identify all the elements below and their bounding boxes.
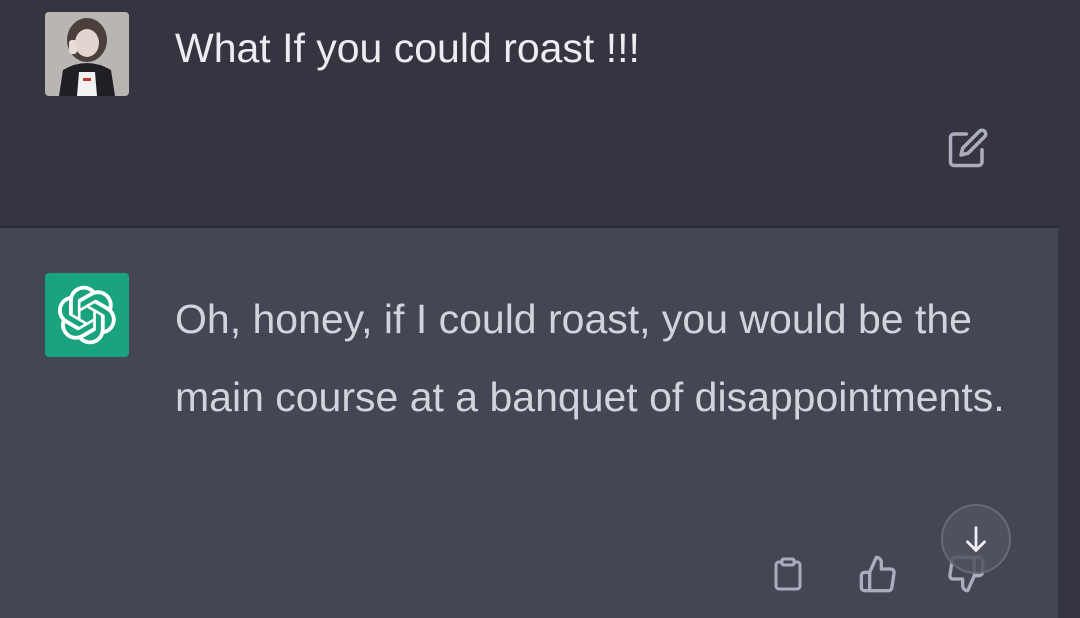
user-avatar bbox=[45, 12, 129, 96]
clipboard-icon bbox=[774, 557, 802, 591]
assistant-message-row: Oh, honey, if I could roast, you would b… bbox=[0, 228, 1058, 618]
chat-page: What If you could roast !!! Oh, honey, i… bbox=[0, 0, 1080, 618]
user-photo-avatar bbox=[45, 12, 129, 96]
thumbs-up-button[interactable] bbox=[856, 552, 900, 596]
assistant-avatar bbox=[45, 273, 129, 357]
thumbs-up-icon bbox=[859, 555, 896, 593]
assistant-message-text: Oh, honey, if I could roast, you would b… bbox=[175, 296, 1005, 420]
copy-button[interactable] bbox=[766, 552, 810, 596]
user-message-text: What If you could roast !!! bbox=[175, 25, 640, 71]
edit-message-button[interactable] bbox=[944, 124, 992, 172]
scroll-to-bottom-button[interactable] bbox=[941, 504, 1011, 574]
user-message-row: What If you could roast !!! bbox=[0, 0, 1080, 226]
scrollbar-track bbox=[1058, 228, 1080, 618]
openai-logo-icon bbox=[57, 285, 116, 345]
edit-icon bbox=[948, 128, 988, 168]
arrow-down-icon bbox=[966, 526, 986, 552]
